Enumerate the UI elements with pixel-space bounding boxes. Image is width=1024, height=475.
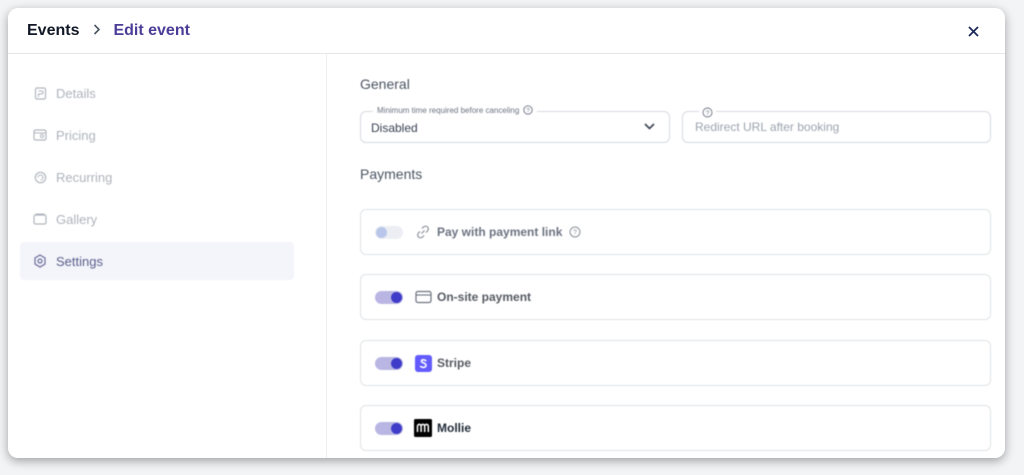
- link-icon: [414, 223, 432, 241]
- stripe-logo-icon: [414, 354, 432, 372]
- payment-link-toggle[interactable]: [375, 225, 403, 239]
- sidebar-item-label: Settings: [56, 253, 103, 269]
- sidebar-item-pricing[interactable]: Pricing: [20, 116, 294, 154]
- on-site-payment-toggle[interactable]: [375, 290, 403, 304]
- payment-method-label: Stripe: [437, 356, 472, 370]
- document-icon: [32, 85, 48, 101]
- breadcrumb-events[interactable]: Events: [27, 22, 79, 40]
- modal-header: Events Edit event: [8, 8, 1005, 54]
- payment-row-stripe: Stripe: [360, 340, 991, 386]
- sidebar-item-label: Details: [56, 85, 96, 101]
- settings-panel: General Minimum time required before can…: [360, 54, 991, 458]
- sidebar: Details Pricing Recurring Gallery Settin…: [8, 54, 327, 458]
- cancel-time-select[interactable]: Minimum time required before canceling ?…: [360, 105, 670, 143]
- svg-text:?: ?: [573, 230, 577, 237]
- help-icon[interactable]: ?: [569, 226, 581, 238]
- edit-event-modal: Events Edit event Details Pricing Recurr…: [8, 8, 1005, 458]
- payment-row-on-site: On-site payment: [360, 274, 991, 320]
- redirect-url-input[interactable]: [695, 120, 975, 134]
- section-title-general: General: [360, 76, 410, 92]
- close-icon: [967, 25, 979, 37]
- chevron-right-icon: [93, 23, 101, 38]
- sidebar-item-label: Recurring: [56, 169, 113, 185]
- payment-row-mollie: Mollie: [360, 405, 991, 451]
- repeat-icon: [32, 169, 48, 185]
- select-value: Disabled: [371, 121, 418, 135]
- section-title-payments: Payments: [360, 166, 423, 182]
- svg-text:?: ?: [706, 110, 710, 117]
- sidebar-item-settings[interactable]: Settings: [20, 242, 294, 280]
- payment-row-payment-link: Pay with payment link ?: [360, 209, 991, 255]
- page-title: Edit event: [113, 21, 190, 39]
- cancel-time-label: Minimum time required before canceling ?: [373, 105, 538, 115]
- sidebar-item-gallery[interactable]: Gallery: [20, 200, 294, 238]
- payment-method-label: Mollie: [437, 421, 472, 435]
- help-icon[interactable]: ?: [523, 105, 533, 115]
- mollie-logo-icon: [414, 419, 432, 437]
- ticket-icon: [32, 127, 48, 143]
- mollie-toggle[interactable]: [375, 421, 403, 435]
- sidebar-item-recurring[interactable]: Recurring: [20, 158, 294, 196]
- close-button[interactable]: [963, 21, 983, 41]
- gallery-icon: [32, 211, 48, 227]
- payment-method-label: Pay with payment link: [437, 225, 563, 239]
- sidebar-item-label: Pricing: [56, 127, 96, 143]
- sidebar-item-label: Gallery: [56, 211, 98, 227]
- sidebar-item-details[interactable]: Details: [20, 74, 294, 112]
- stripe-toggle[interactable]: [375, 356, 403, 370]
- card-icon: [414, 288, 432, 306]
- gear-icon: [32, 253, 48, 269]
- redirect-url-field: ?: [682, 105, 991, 143]
- payment-method-label: On-site payment: [437, 290, 532, 304]
- chevron-down-icon: [644, 123, 655, 130]
